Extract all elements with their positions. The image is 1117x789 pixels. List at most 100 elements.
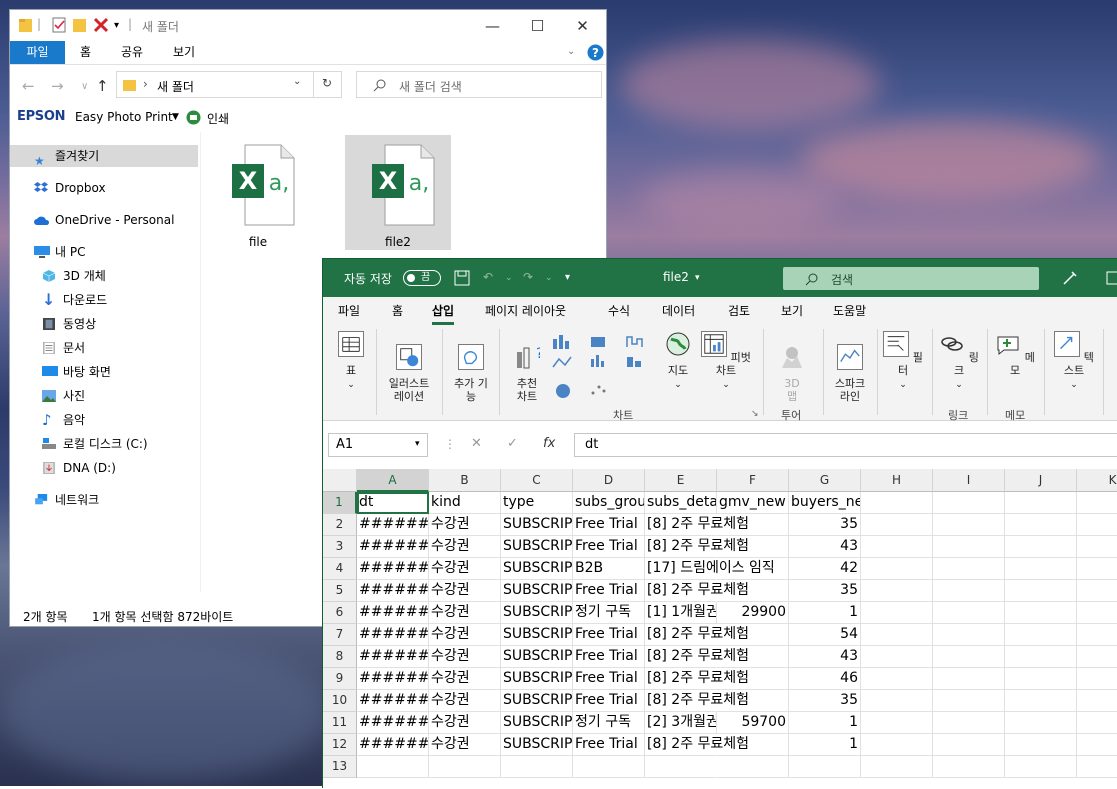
cell[interactable] xyxy=(861,492,933,514)
cell[interactable] xyxy=(1005,712,1077,734)
cell[interactable]: ####### xyxy=(357,668,429,690)
name-box-dropdown-icon[interactable]: ▾ xyxy=(415,439,420,449)
cell[interactable]: 59700 xyxy=(717,712,789,734)
cell[interactable]: gmv_new xyxy=(717,492,789,514)
undo-dropdown-icon[interactable]: ⌄ xyxy=(505,273,513,283)
sidebar-item-this-pc[interactable]: 내 PC xyxy=(10,241,198,263)
sidebar-item-pictures[interactable]: 사진 xyxy=(10,385,198,407)
recent-locations-icon[interactable]: ∨ xyxy=(81,81,88,92)
document-title[interactable]: file2 xyxy=(663,270,689,284)
refresh-icon[interactable]: ↻ xyxy=(322,76,332,90)
cell[interactable]: Free Trial xyxy=(573,668,645,690)
cell[interactable]: ####### xyxy=(357,690,429,712)
cell[interactable]: B2B xyxy=(573,558,645,580)
cell[interactable] xyxy=(861,624,933,646)
cell[interactable] xyxy=(1077,690,1117,712)
tab-review[interactable]: 검토 xyxy=(728,302,750,319)
cell[interactable] xyxy=(861,580,933,602)
file-item-selected[interactable]: X a, file2 xyxy=(345,135,451,250)
cell[interactable]: [8] 2주 무료체험 xyxy=(645,580,749,602)
tab-help[interactable]: 도움말 xyxy=(833,302,866,319)
cell[interactable]: Free Trial xyxy=(573,514,645,536)
cell[interactable]: [8] 2주 무료체험 xyxy=(645,646,749,668)
designer-icon[interactable] xyxy=(1061,269,1079,287)
cell[interactable]: Free Trial xyxy=(573,646,645,668)
cell[interactable]: ####### xyxy=(357,646,429,668)
cell[interactable]: [8] 2주 무료체험 xyxy=(645,624,749,646)
address-bar[interactable]: › 새 폴더 ⌄ ↻ xyxy=(116,71,342,98)
cell[interactable] xyxy=(1005,558,1077,580)
cell[interactable] xyxy=(1077,756,1117,778)
cell[interactable]: 46 xyxy=(789,668,861,690)
cell[interactable]: [17] 드림에이스 임직 xyxy=(645,558,775,580)
cell[interactable]: SUBSCRIP xyxy=(501,580,573,602)
cell[interactable]: 수강권 xyxy=(429,536,501,558)
cell[interactable]: 수강권 xyxy=(429,580,501,602)
row-header[interactable]: 4 xyxy=(323,558,357,580)
tab-share[interactable]: 공유 xyxy=(121,41,143,64)
name-box[interactable]: A1 xyxy=(328,433,428,457)
dropdown-arrow-icon[interactable]: ▼ xyxy=(172,112,179,122)
cell[interactable]: Free Trial xyxy=(573,624,645,646)
cell[interactable] xyxy=(933,734,1005,756)
cell[interactable] xyxy=(789,756,861,778)
column-header-e[interactable]: E xyxy=(645,469,717,492)
title-dropdown-icon[interactable]: ▾ xyxy=(695,273,700,283)
tab-page-layout[interactable]: 페이지 레이아웃 xyxy=(485,302,566,319)
cell[interactable] xyxy=(1077,668,1117,690)
tab-home[interactable]: 홈 xyxy=(392,302,403,319)
row-header[interactable]: 9 xyxy=(323,668,357,690)
cell[interactable] xyxy=(861,712,933,734)
cell[interactable]: 35 xyxy=(789,690,861,712)
cell[interactable] xyxy=(861,536,933,558)
cell[interactable]: SUBSCRIP xyxy=(501,558,573,580)
cell[interactable]: 수강권 xyxy=(429,602,501,624)
sidebar-item-dropbox[interactable]: Dropbox xyxy=(10,177,198,199)
cell[interactable]: 42 xyxy=(789,558,861,580)
enter-icon[interactable]: ✓ xyxy=(507,436,518,451)
sidebar-item-videos[interactable]: 동영상 xyxy=(10,313,198,335)
cell[interactable] xyxy=(933,536,1005,558)
cell[interactable] xyxy=(1005,536,1077,558)
cell[interactable]: 수강권 xyxy=(429,558,501,580)
cell[interactable]: 정기 구독 xyxy=(573,712,645,734)
cell[interactable] xyxy=(1005,602,1077,624)
cell[interactable]: 54 xyxy=(789,624,861,646)
sidebar-item-music[interactable]: ♪ 음악 xyxy=(10,409,198,431)
row-header[interactable]: 12 xyxy=(323,734,357,756)
cancel-icon[interactable]: ✕ xyxy=(471,436,482,451)
row-header[interactable]: 10 xyxy=(323,690,357,712)
cell[interactable] xyxy=(1005,492,1077,514)
cell[interactable]: Free Trial xyxy=(573,580,645,602)
cell[interactable] xyxy=(1005,668,1077,690)
cell[interactable]: 수강권 xyxy=(429,624,501,646)
cell[interactable] xyxy=(933,624,1005,646)
cell[interactable] xyxy=(933,712,1005,734)
easy-photo-print-button[interactable]: Easy Photo Print xyxy=(75,110,173,124)
cell[interactable]: type xyxy=(501,492,573,514)
cell[interactable] xyxy=(1005,690,1077,712)
cell[interactable]: [2] 3개월권 xyxy=(645,712,717,734)
cell[interactable]: dt xyxy=(357,492,429,514)
cell[interactable] xyxy=(501,756,573,778)
cell[interactable]: Free Trial xyxy=(573,690,645,712)
row-header[interactable]: 1 xyxy=(323,492,357,514)
insert-function-icon[interactable]: fx xyxy=(543,436,555,451)
cell[interactable]: Free Trial xyxy=(573,536,645,558)
sidebar-item-dna-drive[interactable]: DNA (D:) xyxy=(10,457,198,479)
address-dropdown-icon[interactable]: ⌄ xyxy=(293,76,301,87)
addins-button[interactable]: 추가 기 능 xyxy=(447,331,495,403)
cell[interactable] xyxy=(1005,734,1077,756)
up-arrow-icon[interactable]: ↑ xyxy=(96,77,109,95)
delete-icon[interactable] xyxy=(94,17,108,33)
text-button[interactable]: 텍스트 ⌄ xyxy=(1051,331,1097,392)
cell[interactable]: 1 xyxy=(789,712,861,734)
link-button[interactable]: 링크 ⌄ xyxy=(939,331,979,392)
cell[interactable] xyxy=(933,756,1005,778)
pivot-chart-button[interactable]: 피벗 차트 ⌄ xyxy=(697,331,755,392)
ribbon-display-icon[interactable] xyxy=(1106,270,1117,286)
row-header[interactable]: 7 xyxy=(323,624,357,646)
cell[interactable] xyxy=(1005,580,1077,602)
cell[interactable] xyxy=(933,646,1005,668)
filter-button[interactable]: 필터 ⌄ xyxy=(883,331,923,392)
